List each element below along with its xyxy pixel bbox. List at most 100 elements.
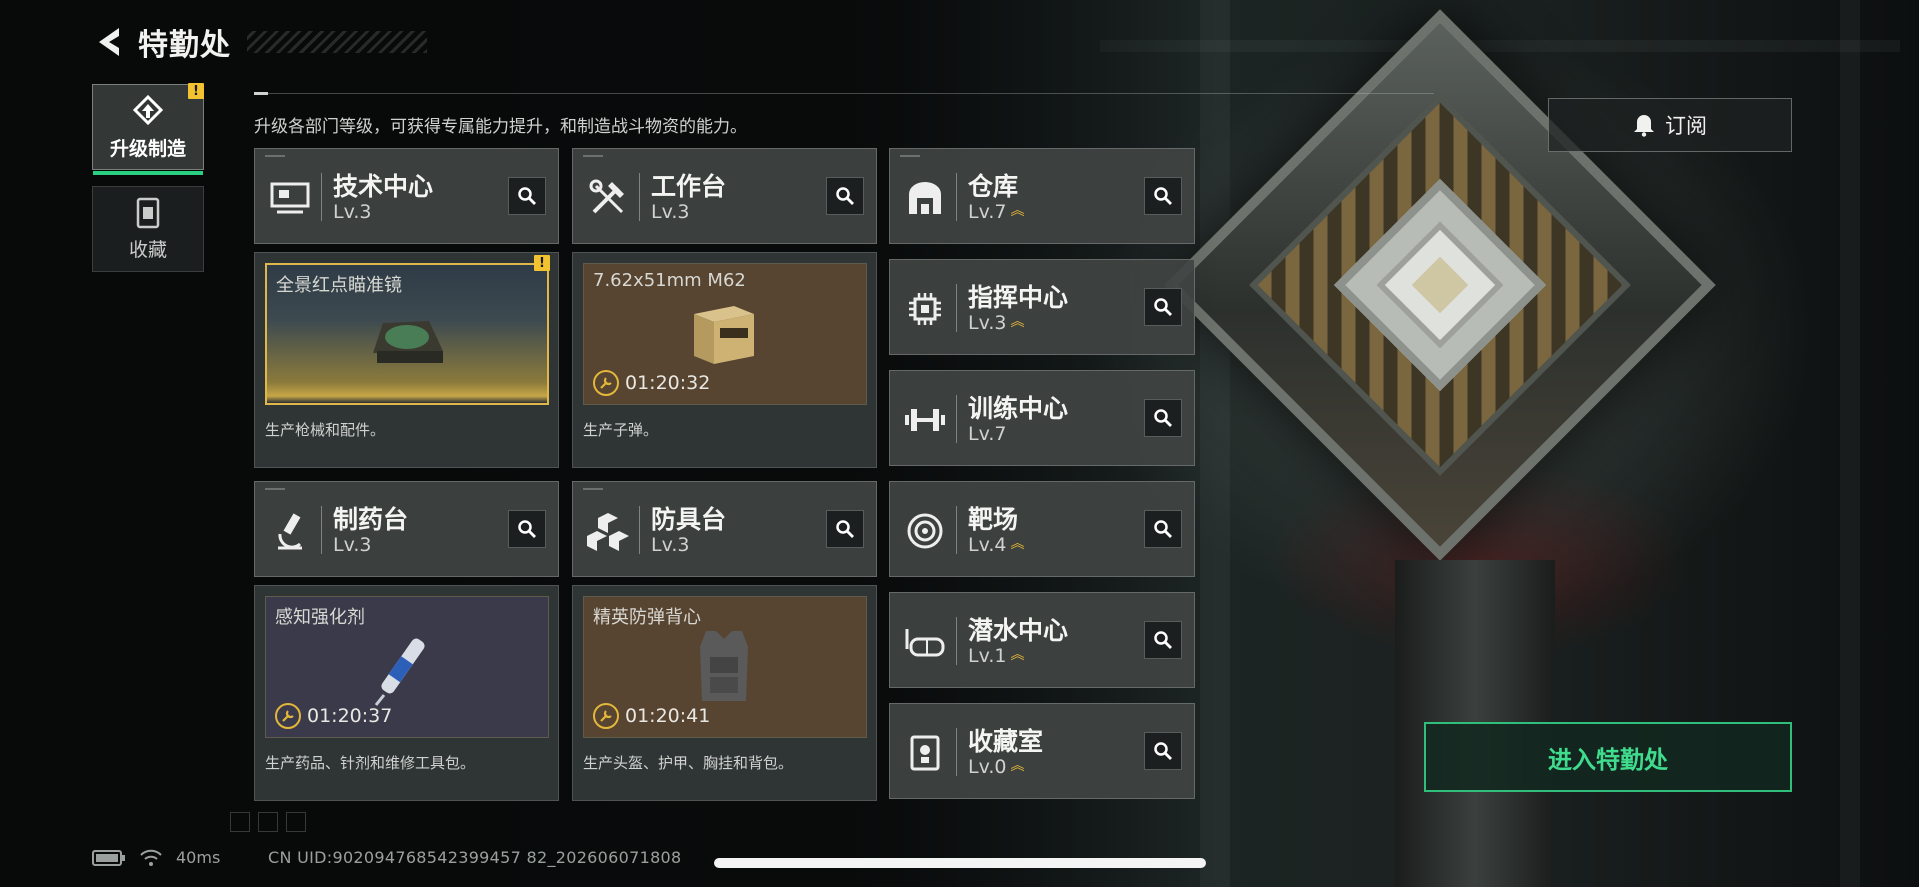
product-name: 精英防弹背心 xyxy=(593,607,701,628)
command-cube-model xyxy=(1164,9,1716,561)
product-name: 感知强化剂 xyxy=(275,607,365,628)
search-icon xyxy=(518,187,536,205)
bell-icon xyxy=(1634,115,1654,137)
collection-icon xyxy=(136,197,160,228)
search-button[interactable] xyxy=(1144,621,1182,659)
production-timer: 01:20:41 xyxy=(593,703,710,729)
divider xyxy=(254,92,1434,95)
production-slot[interactable]: 精英防弹背心 01:20:41 生产头盔、护甲、胸挂和背包。 xyxy=(572,585,877,801)
dept-name: 制药台 xyxy=(333,505,409,534)
upgrade-chevron-icon: ︽ xyxy=(1010,647,1025,663)
enter-special-ops-button[interactable]: 进入特勤处 xyxy=(1424,722,1792,792)
dept-level: Lv.3 xyxy=(651,201,690,223)
dept-name: 仓库 xyxy=(968,172,1019,201)
tab-label: 收藏 xyxy=(128,238,167,261)
upgrade-chevron-icon: ︽ xyxy=(1010,536,1025,552)
tab-upgrade-craft[interactable]: 升级制造 ! xyxy=(92,83,204,175)
search-icon xyxy=(1154,631,1172,649)
warehouse-icon xyxy=(900,173,950,223)
dept-header[interactable]: 工作台 Lv.3 xyxy=(572,148,877,244)
search-button[interactable] xyxy=(1144,732,1182,770)
search-icon xyxy=(518,520,536,538)
product-frame: 精英防弹背心 01:20:41 xyxy=(583,596,867,738)
subscribe-button[interactable]: 订阅 xyxy=(1548,98,1792,152)
product-description: 生产子弹。 xyxy=(583,421,659,439)
search-button[interactable] xyxy=(1144,510,1182,548)
production-timer: 01:20:37 xyxy=(275,703,392,729)
production-slot[interactable]: 7.62x51mm M62 01:20:32 生产子弹。 xyxy=(572,252,877,468)
production-slot[interactable]: 全景红点瞄准镜 ! 生产枪械和配件。 xyxy=(254,252,559,468)
red-dot-sight-image xyxy=(373,321,443,363)
wrench-timer-icon xyxy=(275,703,301,729)
dept-level: Lv.1 ︽ xyxy=(968,645,1025,667)
trophy-case-icon xyxy=(900,728,950,778)
dept-level: Lv.3 xyxy=(333,534,372,556)
battery-icon xyxy=(92,849,125,866)
dept-header[interactable]: 技术中心 Lv.3 xyxy=(254,148,559,244)
dept-card-command-center[interactable]: 指挥中心 Lv.3 ︽ xyxy=(889,259,1195,355)
upgrade-chevron-icon: ︽ xyxy=(1010,758,1025,774)
dumbbell-icon xyxy=(900,395,950,445)
home-indicator[interactable] xyxy=(714,858,1206,868)
search-button[interactable] xyxy=(1144,399,1182,437)
dept-header[interactable]: 防具台 Lv.3 xyxy=(572,481,877,577)
product-name: 7.62x51mm M62 xyxy=(593,270,746,291)
product-frame: 全景红点瞄准镜 xyxy=(265,263,549,405)
product-frame: 7.62x51mm M62 01:20:32 xyxy=(583,263,867,405)
search-button[interactable] xyxy=(1144,177,1182,215)
status-bar: 40ms xyxy=(92,848,220,867)
dept-header[interactable]: 制药台 Lv.3 xyxy=(254,481,559,577)
dept-name: 潜水中心 xyxy=(968,616,1069,645)
ping-value: 40ms xyxy=(176,848,221,867)
dept-name: 指挥中心 xyxy=(968,283,1069,312)
search-icon xyxy=(1154,520,1172,538)
search-button[interactable] xyxy=(1144,288,1182,326)
subscribe-label: 订阅 xyxy=(1665,114,1707,138)
back-button[interactable] xyxy=(90,22,130,62)
diving-mask-icon xyxy=(900,617,950,667)
dept-level: Lv.3 ︽ xyxy=(968,312,1025,334)
search-button[interactable] xyxy=(826,177,864,215)
dept-level: Lv.7 ︽ xyxy=(968,201,1025,223)
dept-level: Lv.0 ︽ xyxy=(968,756,1025,778)
dept-card-training-center[interactable]: 训练中心 Lv.7 xyxy=(889,370,1195,466)
ammo-box-image xyxy=(694,306,754,364)
product-name: 全景红点瞄准镜 xyxy=(276,275,402,296)
search-button[interactable] xyxy=(508,177,546,215)
alert-badge: ! xyxy=(188,83,204,99)
dept-level: Lv.3 xyxy=(651,534,690,556)
upgrade-icon xyxy=(132,94,164,125)
tab-collection[interactable]: 收藏 xyxy=(92,186,204,272)
target-icon xyxy=(900,506,950,556)
page-title: 特勤处 xyxy=(138,28,231,63)
search-icon xyxy=(836,520,854,538)
search-icon xyxy=(836,187,854,205)
product-frame: 感知强化剂 01:20:37 xyxy=(265,596,549,738)
production-slot[interactable]: 感知强化剂 01:20:37 生产药品、针剂和维修工具包。 xyxy=(254,585,559,801)
dept-name: 工作台 xyxy=(651,172,727,201)
wrench-timer-icon xyxy=(593,370,619,396)
dept-name: 训练中心 xyxy=(968,394,1069,423)
dept-level: Lv.4 ︽ xyxy=(968,534,1025,556)
search-icon xyxy=(1154,187,1172,205)
search-button[interactable] xyxy=(508,510,546,548)
cubes-icon xyxy=(583,506,633,556)
dept-card-collection-room[interactable]: 收藏室 Lv.0 ︽ xyxy=(889,703,1195,799)
page-subtitle: 升级各部门等级，可获得专属能力提升，和制造战斗物资的能力。 xyxy=(254,117,747,137)
decoration-squares xyxy=(230,812,306,832)
production-timer: 01:20:32 xyxy=(593,370,710,396)
wifi-icon xyxy=(140,849,162,866)
back-arrow-icon xyxy=(99,28,119,56)
upgrade-chevron-icon: ︽ xyxy=(1010,203,1025,219)
tools-icon xyxy=(583,173,633,223)
dept-card-diving-center[interactable]: 潜水中心 Lv.1 ︽ xyxy=(889,592,1195,688)
search-icon xyxy=(1154,298,1172,316)
chip-icon xyxy=(900,284,950,334)
search-button[interactable] xyxy=(826,510,864,548)
upgrade-chevron-icon: ︽ xyxy=(1010,314,1025,330)
dept-name: 靶场 xyxy=(968,505,1019,534)
product-description: 生产头盔、护甲、胸挂和背包。 xyxy=(583,754,794,772)
dept-card-shooting-range[interactable]: 靶场 Lv.4 ︽ xyxy=(889,481,1195,577)
dept-card-warehouse[interactable]: 仓库 Lv.7 ︽ xyxy=(889,148,1195,244)
product-description: 生产枪械和配件。 xyxy=(265,421,386,439)
